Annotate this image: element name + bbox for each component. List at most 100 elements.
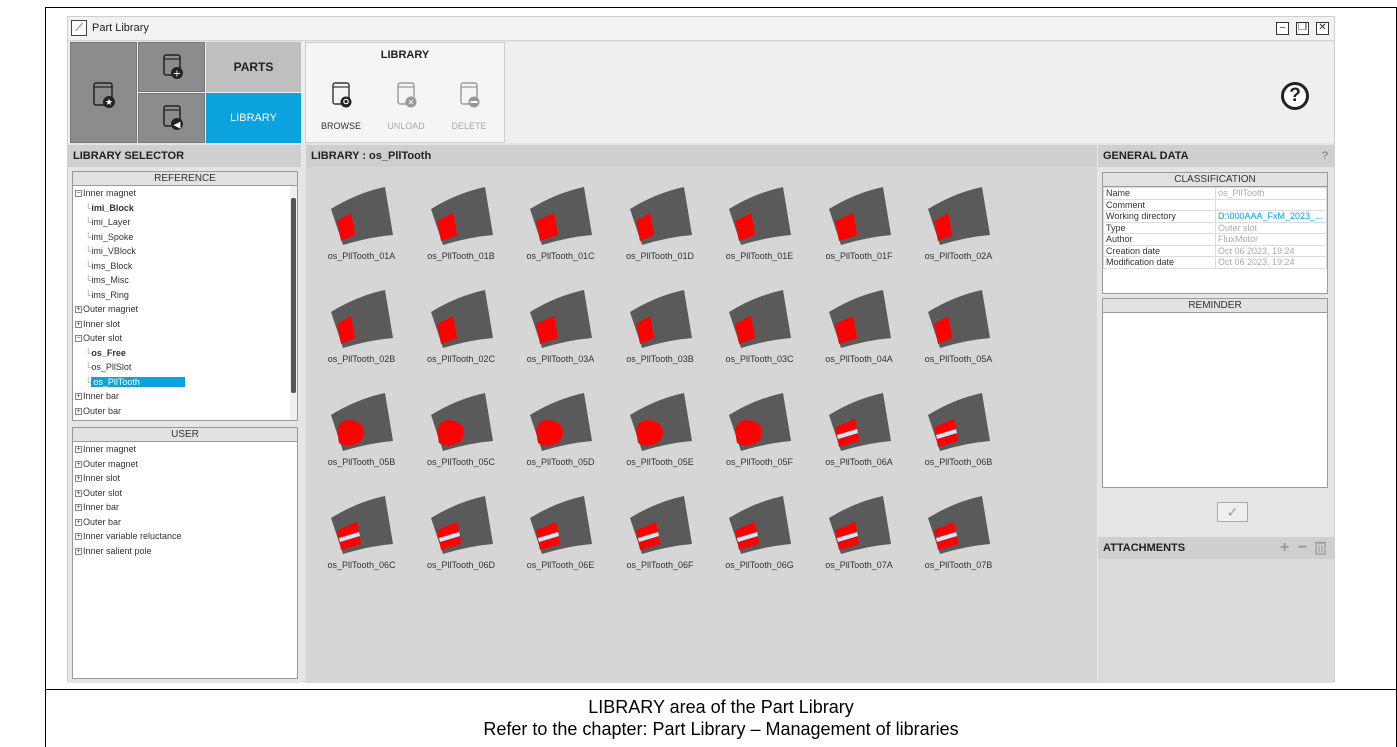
- reference-scrollbar[interactable]: [290, 186, 297, 420]
- expand-icon[interactable]: +: [75, 446, 82, 454]
- general-data-help-icon[interactable]: ?: [1322, 145, 1328, 167]
- expand-icon[interactable]: +: [75, 489, 82, 497]
- part-thumbnail[interactable]: os_PllTooth_07A: [810, 490, 909, 588]
- expand-icon[interactable]: +: [75, 306, 82, 314]
- part-thumbnail[interactable]: os_PllTooth_01F: [810, 181, 909, 279]
- part-thumbnail[interactable]: os_PllTooth_01B: [412, 181, 511, 279]
- add-attachment-button[interactable]: +: [1280, 539, 1289, 557]
- part-thumbnail[interactable]: os_PllTooth_05E: [611, 387, 710, 485]
- part-thumbnail[interactable]: os_PllTooth_06A: [810, 387, 909, 485]
- close-button[interactable]: ✕: [1316, 22, 1329, 35]
- user-tree-item[interactable]: + Inner bar: [75, 500, 297, 515]
- classification-key: Name: [1103, 187, 1216, 200]
- part-thumbnail[interactable]: os_PllTooth_06D: [412, 490, 511, 588]
- reference-tree-item[interactable]: − Outer slot: [75, 331, 297, 346]
- tab-library[interactable]: LIBRARY: [206, 93, 301, 143]
- user-tree-item[interactable]: + Outer bar: [75, 515, 297, 530]
- expand-icon[interactable]: +: [75, 518, 82, 526]
- expand-icon[interactable]: +: [75, 475, 82, 483]
- reference-tree-item[interactable]: └ims_Ring: [75, 288, 297, 303]
- caption-line-2: Refer to the chapter: Part Library – Man…: [483, 719, 959, 739]
- part-label: os_PllTooth_05B: [327, 457, 396, 467]
- minimize-button[interactable]: –: [1276, 22, 1289, 35]
- user-tree-item[interactable]: + Outer magnet: [75, 457, 297, 472]
- expand-icon[interactable]: +: [75, 407, 82, 415]
- part-thumbnail[interactable]: os_PllTooth_01E: [710, 181, 809, 279]
- reference-tree-item[interactable]: └imi_VBlock: [75, 244, 297, 259]
- user-tree-item[interactable]: + Inner salient pole: [75, 544, 297, 559]
- reference-tree-item[interactable]: └os_Free: [75, 346, 297, 361]
- trash-icon[interactable]: [1315, 541, 1326, 555]
- part-thumbnail[interactable]: os_PllTooth_07B: [909, 490, 1008, 588]
- user-tree-item[interactable]: + Inner variable reluctance: [75, 529, 297, 544]
- expand-icon[interactable]: +: [75, 547, 82, 555]
- reference-tree-item[interactable]: + Inner slot: [75, 317, 297, 332]
- part-thumbnail[interactable]: os_PllTooth_05C: [412, 387, 511, 485]
- expand-icon[interactable]: +: [75, 393, 82, 401]
- reference-tree: REFERENCE − Inner magnet └imi_Block └imi_La…: [72, 171, 298, 421]
- expand-icon[interactable]: +: [75, 533, 82, 541]
- part-label: os_PllTooth_03B: [626, 354, 694, 364]
- part-thumbnail[interactable]: os_PllTooth_05B: [312, 387, 411, 485]
- import-part-button[interactable]: ◀: [138, 93, 205, 143]
- part-label: os_PllTooth_05A: [924, 354, 993, 364]
- part-preview-icon: [928, 496, 990, 554]
- reference-tree-item[interactable]: + Inner bar: [75, 389, 297, 404]
- part-thumbnail[interactable]: os_PllTooth_02B: [312, 284, 411, 382]
- part-thumbnail[interactable]: os_PllTooth_05D: [511, 387, 610, 485]
- remove-attachment-button[interactable]: −: [1298, 539, 1307, 557]
- user-tree-item[interactable]: + Outer slot: [75, 486, 297, 501]
- reference-tree-item[interactable]: └os_PllSlot: [75, 360, 297, 375]
- tab-parts[interactable]: PARTS: [206, 42, 301, 92]
- part-thumbnail[interactable]: os_PllTooth_05A: [909, 284, 1008, 382]
- part-label: os_PllTooth_05C: [426, 457, 496, 467]
- reference-tree-item[interactable]: └imi_Block: [75, 201, 297, 216]
- part-thumbnail[interactable]: os_PllTooth_01C: [511, 181, 610, 279]
- expand-icon[interactable]: +: [75, 460, 82, 468]
- part-thumbnail[interactable]: os_PllTooth_06B: [909, 387, 1008, 485]
- user-tree-item[interactable]: + Inner slot: [75, 471, 297, 486]
- tree-item-label: Outer slot: [83, 333, 123, 343]
- reference-tree-item[interactable]: └ os_PllTooth: [75, 375, 297, 390]
- user-tree-item[interactable]: + Inner magnet: [75, 442, 297, 457]
- part-thumbnail[interactable]: os_PllTooth_01A: [312, 181, 411, 279]
- classification-value[interactable]: [1215, 198, 1327, 211]
- part-thumbnail[interactable]: os_PllTooth_02A: [909, 181, 1008, 279]
- reference-tree-item[interactable]: + Outer bar: [75, 404, 297, 419]
- delete-button[interactable]: DELETE: [440, 77, 498, 137]
- expand-icon[interactable]: +: [75, 320, 82, 328]
- part-thumbnail[interactable]: os_PllTooth_06G: [710, 490, 809, 588]
- unload-label: UNLOAD: [387, 121, 425, 131]
- reference-tree-item[interactable]: └imi_Layer: [75, 215, 297, 230]
- help-icon[interactable]: ?: [1281, 82, 1309, 110]
- expand-icon[interactable]: +: [75, 504, 82, 512]
- part-thumbnail[interactable]: os_PllTooth_03C: [710, 284, 809, 382]
- part-thumbnail[interactable]: os_PllTooth_06C: [312, 490, 411, 588]
- part-thumbnail[interactable]: os_PllTooth_06E: [511, 490, 610, 588]
- restore-button[interactable]: ❐: [1296, 22, 1309, 35]
- collapse-icon[interactable]: −: [75, 335, 82, 343]
- validate-button[interactable]: ✓: [1217, 502, 1248, 522]
- part-thumbnail[interactable]: os_PllTooth_03A: [511, 284, 610, 382]
- part-thumbnail[interactable]: os_PllTooth_05F: [710, 387, 809, 485]
- unload-button[interactable]: ✕ UNLOAD: [377, 77, 435, 137]
- reference-tree-item[interactable]: └ims_Misc: [75, 273, 297, 288]
- part-thumbnail[interactable]: os_PllTooth_02C: [412, 284, 511, 382]
- tree-item-label: os_PllSlot: [91, 362, 132, 372]
- reference-tree-item[interactable]: └ims_Block: [75, 259, 297, 274]
- reference-tree-item[interactable]: └imi_Spoke: [75, 230, 297, 245]
- part-thumbnail[interactable]: os_PllTooth_04A: [810, 284, 909, 382]
- reference-tree-item[interactable]: − Inner magnet: [75, 186, 297, 201]
- part-thumbnail[interactable]: os_PllTooth_03B: [611, 284, 710, 382]
- tree-item-label: Inner bar: [83, 391, 120, 401]
- part-label: os_PllTooth_07A: [825, 560, 893, 570]
- new-part-button[interactable]: +: [138, 42, 205, 92]
- part-thumbnail[interactable]: os_PllTooth_01D: [611, 181, 710, 279]
- part-thumbnail[interactable]: os_PllTooth_06F: [611, 490, 710, 588]
- library-selector-header: LIBRARY SELECTOR: [68, 145, 301, 167]
- general-data-panel: GENERAL DATA ? CLASSIFICATION Name os_Pll…: [1098, 145, 1334, 683]
- part-library-home-button[interactable]: ★: [70, 42, 137, 143]
- collapse-icon[interactable]: −: [75, 190, 82, 198]
- browse-button[interactable]: BROWSE: [312, 77, 370, 137]
- reference-tree-item[interactable]: + Outer magnet: [75, 302, 297, 317]
